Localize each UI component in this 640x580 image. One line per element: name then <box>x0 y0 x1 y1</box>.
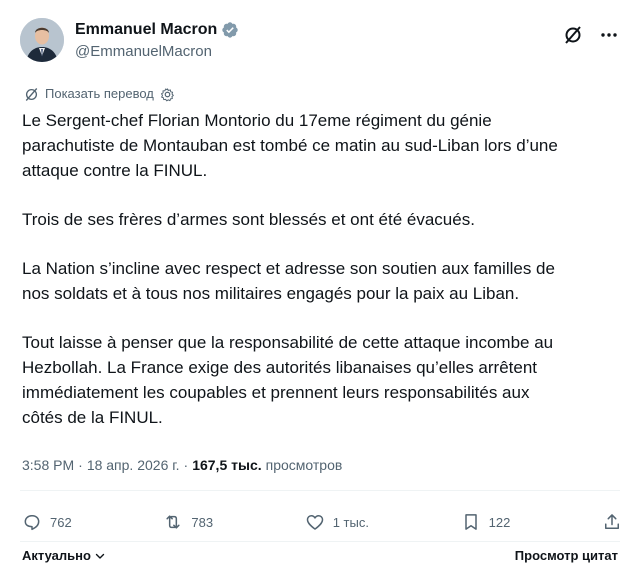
author-names: Emmanuel Macron @EmmanuelMacron <box>75 20 239 62</box>
views-label: просмотров <box>265 457 343 473</box>
share-button[interactable] <box>602 512 622 532</box>
retweet-button[interactable]: 783 <box>163 512 213 532</box>
author-handle[interactable]: @EmmanuelMacron <box>75 42 239 62</box>
views-count: 167,5 тыс. <box>192 457 262 473</box>
tweet-time[interactable]: 3:58 PM <box>22 457 74 473</box>
divider <box>20 490 620 491</box>
like-count: 1 тыс. <box>332 514 369 530</box>
retweet-count: 783 <box>191 514 214 530</box>
reply-icon <box>24 515 40 531</box>
avatar-image <box>20 18 64 62</box>
sort-label: Актуально <box>22 548 91 563</box>
reply-count: 762 <box>50 514 72 530</box>
share-icon <box>605 514 619 529</box>
chevron-down-icon <box>95 553 105 559</box>
verified-badge-icon <box>222 22 238 38</box>
like-button[interactable]: 1 тыс. <box>305 512 369 532</box>
tweet-footer: Актуально Просмотр цитат <box>22 548 618 563</box>
bookmark-count: 122 <box>488 514 511 530</box>
divider <box>20 541 620 542</box>
header-actions <box>562 24 620 46</box>
gear-icon[interactable] <box>160 87 175 102</box>
retweet-icon <box>166 515 180 529</box>
tweet-paragraph-4: Tout laisse à penser que la responsabili… <box>22 333 554 427</box>
avatar[interactable] <box>20 18 64 62</box>
sort-selector[interactable]: Актуально <box>22 548 106 563</box>
show-translation-link[interactable]: Показать перевод <box>45 85 154 103</box>
tweet-paragraph-2: Trois de ses frères d’armes sont blessés… <box>22 210 475 229</box>
tweet-paragraph-3: La Nation s’incline avec respect et adre… <box>22 259 555 303</box>
tweet-paragraph-1: Le Sergent-chef Florian Montorio du 17em… <box>22 111 558 180</box>
author-name[interactable]: Emmanuel Macron <box>75 20 217 40</box>
bookmark-button[interactable]: 122 <box>461 512 511 532</box>
bookmark-icon <box>464 514 477 530</box>
more-icon[interactable] <box>598 24 620 46</box>
reply-button[interactable]: 762 <box>22 512 72 532</box>
tweet-text: Le Sergent-chef Florian Montorio du 17em… <box>22 108 622 454</box>
heart-icon <box>306 515 323 530</box>
author-name-row[interactable]: Emmanuel Macron <box>75 20 239 40</box>
view-quotes-link[interactable]: Просмотр цитат <box>515 548 618 563</box>
tweet-header: Emmanuel Macron @EmmanuelMacron <box>20 14 620 70</box>
tweet-actions: 762 783 1 тыс. 122 <box>22 508 622 536</box>
translate-row: Показать перевод <box>24 85 175 103</box>
grok-icon[interactable] <box>562 24 584 46</box>
tweet-meta: 3:58 PM · 18 апр. 2026 г. · 167,5 тыс. п… <box>22 457 342 473</box>
translate-icon <box>25 87 38 101</box>
tweet-date[interactable]: 18 апр. 2026 г. <box>87 457 180 473</box>
meta-separator: · <box>183 457 189 473</box>
meta-separator: · <box>78 457 83 473</box>
